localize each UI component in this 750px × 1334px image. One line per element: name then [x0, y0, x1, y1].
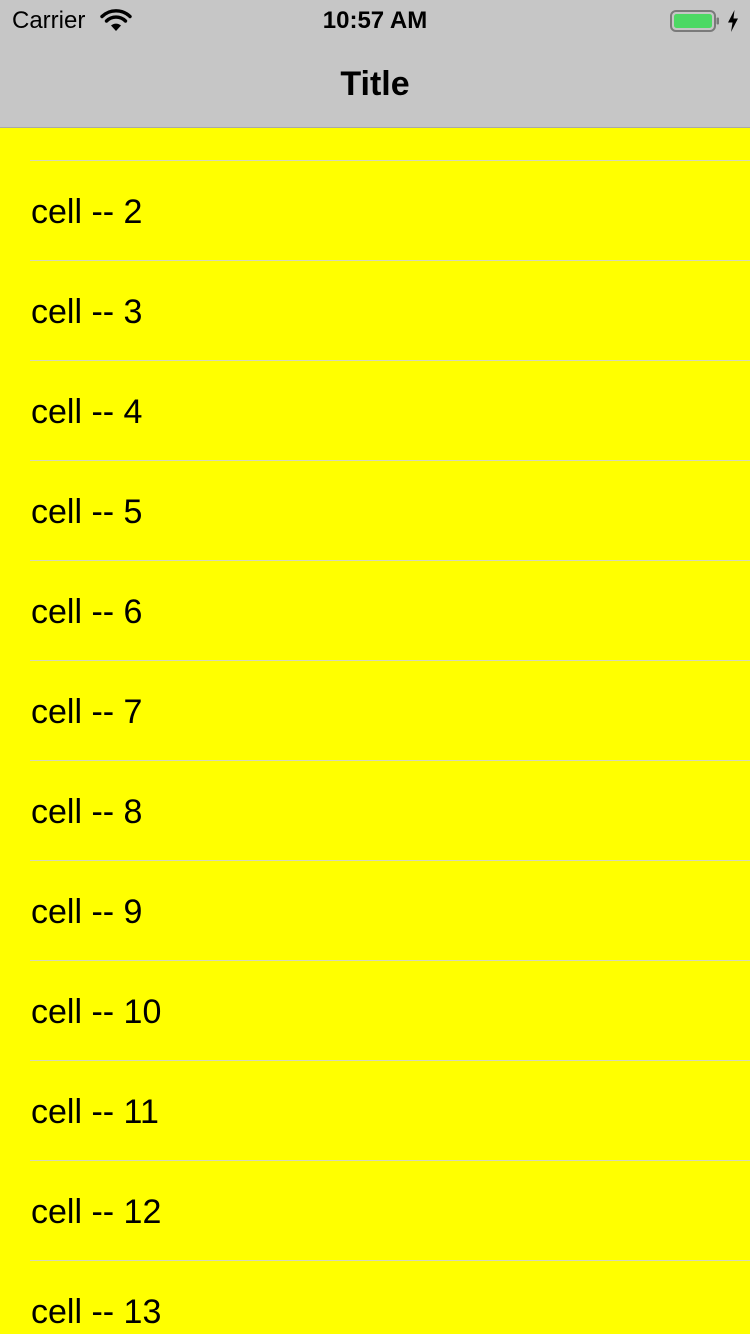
cell-label: cell -- 12	[31, 1193, 162, 1231]
cell-label: cell -- 7	[31, 693, 143, 731]
table-view[interactable]: cell -- 2 cell -- 3 cell -- 4 cell -- 5 …	[0, 128, 750, 1334]
table-cell[interactable]: cell -- 9	[0, 861, 750, 961]
cell-label: cell -- 9	[31, 893, 143, 931]
table-cell[interactable]: cell -- 3	[0, 261, 750, 361]
battery-icon	[670, 10, 719, 32]
cell-label: cell -- 5	[31, 493, 143, 531]
table-cell[interactable]: cell -- 4	[0, 361, 750, 461]
cell-label: cell -- 3	[31, 293, 143, 331]
status-time: 10:57 AM	[322, 7, 428, 34]
page-title: Title	[340, 65, 410, 103]
cell-label: cell -- 4	[31, 393, 143, 431]
navigation-bar: Carrier 10:57 AM Title	[0, 0, 750, 128]
table-cell[interactable]: cell -- 5	[0, 461, 750, 561]
charging-bolt-icon	[728, 10, 738, 32]
table-cell[interactable]: cell -- 6	[0, 561, 750, 661]
table-cell[interactable]: cell -- 12	[0, 1161, 750, 1261]
status-bar: Carrier 10:57 AM	[0, 0, 750, 40]
cell-label: cell -- 6	[31, 593, 143, 631]
cell-label: cell -- 13	[31, 1293, 162, 1331]
cell-label: cell -- 2	[31, 193, 143, 231]
table-cell[interactable]: cell -- 10	[0, 961, 750, 1061]
table-cell[interactable]: cell -- 7	[0, 661, 750, 761]
table-cell[interactable]: cell -- 13	[0, 1261, 750, 1334]
table-cell[interactable]: cell -- 11	[0, 1061, 750, 1161]
table-cell[interactable]: cell -- 2	[0, 161, 750, 261]
cell-label: cell -- 8	[31, 793, 143, 831]
cell-label: cell -- 10	[31, 993, 162, 1031]
cell-label: cell -- 11	[31, 1093, 159, 1131]
table-cell[interactable]: cell -- 8	[0, 761, 750, 861]
